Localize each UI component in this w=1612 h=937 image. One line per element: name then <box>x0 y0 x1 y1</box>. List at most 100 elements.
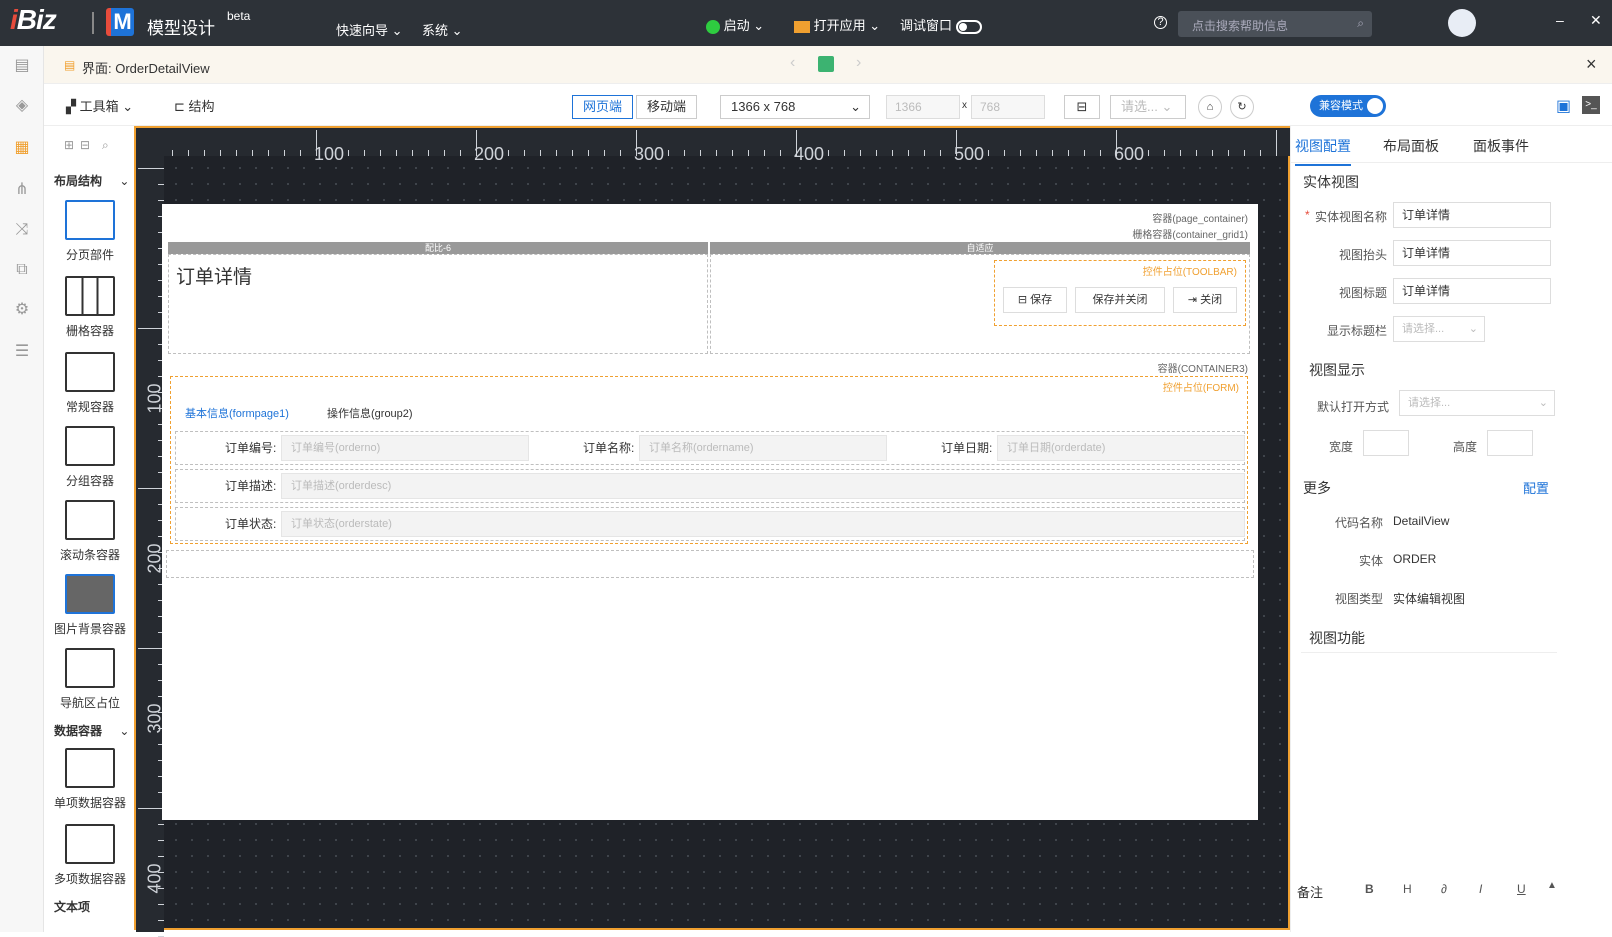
ruler-tick <box>158 200 164 201</box>
height-input[interactable]: 768 <box>971 95 1045 119</box>
ruler-tick <box>540 150 541 156</box>
next-icon[interactable]: › <box>856 54 861 72</box>
document-icon[interactable]: ▤ <box>12 56 32 76</box>
user-avatar[interactable] <box>1448 9 1476 37</box>
section-data[interactable]: 数据容器 ⌄ <box>54 722 129 739</box>
ruler-tick <box>796 130 797 156</box>
open-mode-select[interactable]: 请选择... ⌄ <box>1399 390 1555 416</box>
gear-icon[interactable]: ⚙ <box>12 300 32 320</box>
flow-icon[interactable]: ⧉ <box>12 260 32 280</box>
underline-icon[interactable]: U <box>1517 882 1526 896</box>
toolbar-placeholder[interactable]: 控件占位(TOOLBAR) ⊟ 保存 保存并关闭 ⇥ 关闭 <box>994 260 1246 326</box>
height-input[interactable] <box>1487 430 1533 456</box>
cube-icon[interactable] <box>818 56 834 72</box>
save-close-button[interactable]: 保存并关闭 <box>1075 287 1165 313</box>
view-title-input[interactable]: 订单详情 <box>1393 278 1551 304</box>
resolution-select[interactable]: 1366 x 768 ⌄ <box>720 95 870 119</box>
ruler-tick <box>1276 130 1277 156</box>
save-icon[interactable]: ▣ <box>1556 96 1571 116</box>
palette-normal-container[interactable]: 常规容器 <box>48 352 132 415</box>
orderno-input[interactable]: 订单编号(orderno) <box>281 435 529 461</box>
form-placeholder[interactable]: 控件占位(FORM) 基本信息(formpage1) 操作信息(group2) … <box>170 376 1248 544</box>
ruler-tick <box>940 150 941 156</box>
ruler-tick <box>428 150 429 156</box>
ordername-label: 订单名称: <box>583 441 635 455</box>
save-button[interactable]: ⊟ 保存 <box>1003 287 1067 313</box>
italic-icon[interactable]: I <box>1479 882 1482 896</box>
tab-basic-info[interactable]: 基本信息(formpage1) <box>185 405 289 421</box>
palette-grid-container[interactable]: 栅格容器 <box>48 276 132 339</box>
close-tab-icon[interactable]: × <box>1586 54 1597 75</box>
select-dropdown[interactable]: 请选... ⌄ <box>1110 95 1186 119</box>
heading-icon[interactable]: H <box>1403 882 1412 896</box>
tab-operation-info[interactable]: 操作信息(group2) <box>327 405 413 421</box>
expand-all-icon[interactable]: ⊞ <box>64 138 74 152</box>
prev-icon[interactable]: ‹ <box>790 54 795 72</box>
tab-layout-panel[interactable]: 布局面板 <box>1383 136 1439 156</box>
shuffle-icon[interactable]: ⤨ <box>12 220 32 240</box>
palette-single-data[interactable]: 单项数据容器 <box>48 748 132 811</box>
view-title[interactable]: 订单详情 <box>176 262 252 289</box>
empty-row[interactable] <box>166 550 1254 578</box>
list-indent-icon[interactable]: ☰ <box>12 342 32 362</box>
link-icon[interactable]: ∂ <box>1441 882 1447 896</box>
section-text[interactable]: 文本项 <box>54 898 90 915</box>
web-tab[interactable]: 网页端 <box>572 95 634 119</box>
refresh-icon[interactable]: ↻ <box>1230 95 1254 119</box>
section-layout[interactable]: 布局结构 ⌄ <box>54 172 129 189</box>
start-menu[interactable]: 启动 ⌄ <box>706 15 764 34</box>
tree-icon[interactable]: ⋔ <box>12 180 32 200</box>
ordername-input[interactable]: 订单名称(ordername) <box>639 435 887 461</box>
config-link[interactable]: 配置 <box>1523 478 1549 497</box>
debug-window-toggle[interactable]: 调试窗口 <box>900 15 982 34</box>
functions-divider <box>1301 652 1557 653</box>
collapse-all-icon[interactable]: ⊟ <box>80 138 90 152</box>
help-icon[interactable]: ? <box>1154 16 1167 29</box>
ruler-tick <box>908 150 909 156</box>
tab-panel-events[interactable]: 面板事件 <box>1473 136 1529 156</box>
ruler-tick <box>844 150 845 156</box>
minimize-icon[interactable]: – <box>1556 12 1564 28</box>
orderdesc-input[interactable]: 订单描述(orderdesc) <box>281 473 1245 499</box>
open-app-menu[interactable]: 打开应用 ⌄ <box>794 15 880 34</box>
palette-scroll-container[interactable]: 滚动条容器 <box>48 500 132 563</box>
top-bar: iBiz M 模型设计 beta 快速向导 ⌄ 系统 ⌄ 启动 ⌄ 打开应用 ⌄… <box>0 0 1612 46</box>
palette-pagination-widget[interactable]: 分页部件 <box>48 200 132 263</box>
menu-quick-guide[interactable]: 快速向导 ⌄ <box>336 20 403 39</box>
structure-button[interactable]: ⊏ 结构 <box>174 96 215 115</box>
palette-nav-placeholder[interactable]: 导航区占位 <box>48 648 132 711</box>
terminal-icon[interactable]: >_ <box>1582 96 1600 114</box>
design-canvas[interactable]: 0 100 200 300 400 500 600 100 200 300 40… <box>134 126 1292 937</box>
palette-multi-data[interactable]: 多项数据容器 <box>48 824 132 887</box>
ruler-tick <box>572 150 573 156</box>
search-icon[interactable]: ⌕ <box>102 138 109 153</box>
palette-group-container[interactable]: 分组容器 <box>48 426 132 489</box>
mobile-tab[interactable]: 移动端 <box>636 95 698 119</box>
toolbox-menu[interactable]: ▞ 工具箱 ⌄ <box>66 96 133 115</box>
toggle-switch[interactable] <box>955 19 982 34</box>
ruler-tick <box>1084 150 1085 156</box>
palette-image-container[interactable]: 图片背景容器 <box>48 574 132 637</box>
ruler-tick <box>492 150 493 156</box>
layout-icon-button[interactable]: ⊟ <box>1064 95 1100 119</box>
compat-mode-toggle[interactable]: 兼容模式 <box>1310 95 1386 117</box>
view-header-label: 视图抬头 <box>1338 248 1387 262</box>
orderstate-input[interactable]: 订单状态(orderstate) <box>281 511 1245 537</box>
show-title-select[interactable]: 请选择... ⌄ <box>1393 316 1485 342</box>
layout-icon[interactable]: ▦ <box>12 138 32 158</box>
orderdate-input[interactable]: 订单日期(orderdate) <box>997 435 1245 461</box>
home-icon[interactable]: ⌂ <box>1198 95 1222 119</box>
close-button[interactable]: ⇥ 关闭 <box>1173 287 1237 313</box>
menu-system[interactable]: 系统 ⌄ <box>422 20 463 39</box>
view-header-input[interactable]: 订单详情 <box>1393 240 1551 266</box>
bold-icon[interactable]: B <box>1365 882 1374 896</box>
width-input[interactable]: 1366 <box>886 95 960 119</box>
width-input[interactable] <box>1363 430 1409 456</box>
ruler-tick <box>1212 150 1213 156</box>
view-name-input[interactable]: 订单详情 <box>1393 202 1551 228</box>
collapse-icon[interactable]: ▲ <box>1547 880 1557 891</box>
close-window-icon[interactable]: ✕ <box>1590 12 1602 29</box>
ruler-tick <box>860 150 861 156</box>
layers-icon[interactable]: ◈ <box>12 96 32 116</box>
help-search-input[interactable]: 点击搜索帮助信息 ⌕ <box>1178 11 1372 37</box>
